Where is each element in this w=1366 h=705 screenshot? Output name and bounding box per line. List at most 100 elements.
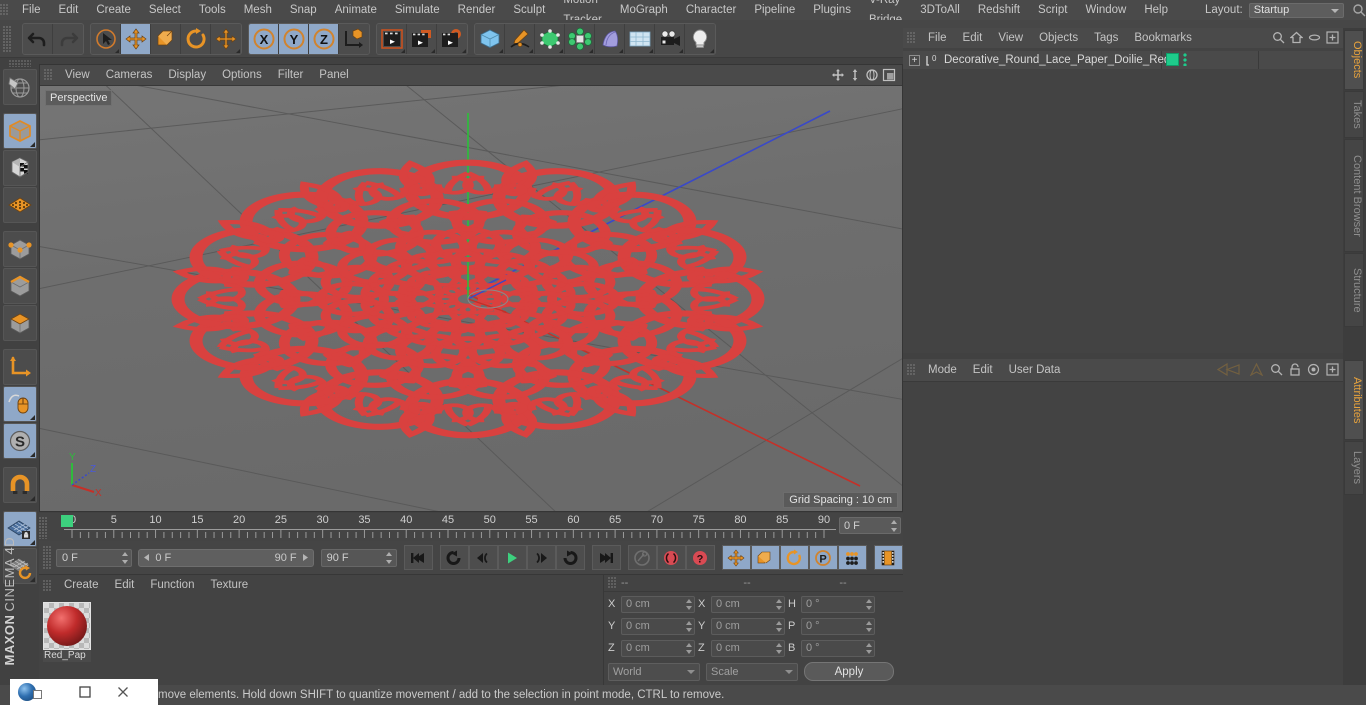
material-menu-grip[interactable]: [43, 579, 52, 592]
timeline-grip[interactable]: [39, 517, 48, 539]
menu-item-help[interactable]: Help: [1135, 0, 1177, 20]
material-preview-sphere[interactable]: [43, 602, 91, 650]
menu-item-mesh[interactable]: Mesh: [235, 0, 281, 20]
stepper-icon[interactable]: [686, 598, 692, 610]
menu-item-view[interactable]: View: [990, 28, 1031, 48]
stepper-icon[interactable]: [776, 620, 782, 632]
target-icon[interactable]: [1307, 363, 1320, 376]
position-key-button[interactable]: [721, 545, 751, 570]
edges-mode-tool[interactable]: [2, 268, 37, 304]
timeline-filmstrip-button[interactable]: [873, 545, 903, 570]
layout-select[interactable]: Startup: [1248, 2, 1344, 18]
menu-item-plugins[interactable]: Plugins: [804, 0, 860, 20]
toolbar-grip[interactable]: [3, 25, 12, 52]
menu-grip[interactable]: [0, 4, 9, 16]
material-tag-icon[interactable]: [1166, 53, 1179, 66]
rotation-field-b[interactable]: 0 °: [801, 639, 875, 657]
stepper-icon[interactable]: [776, 598, 782, 610]
object-row[interactable]: + 0 Decorative_Round_Lace_Paper_Doilie_Re…: [903, 51, 1343, 69]
add-cube-primitive-button[interactable]: [475, 23, 505, 54]
menu-item-select[interactable]: Select: [140, 0, 190, 20]
menu-item-pipeline[interactable]: Pipeline: [745, 0, 804, 20]
stepper-icon[interactable]: [890, 520, 897, 532]
menu-item-display[interactable]: Display: [160, 65, 214, 86]
stepper-icon[interactable]: [686, 620, 692, 632]
magnet-tool[interactable]: [2, 467, 37, 503]
stepper-icon[interactable]: [866, 598, 872, 610]
tab-attributes[interactable]: Attributes: [1344, 360, 1364, 440]
menu-item-create[interactable]: Create: [56, 575, 107, 596]
left-toolbar-grip[interactable]: [8, 60, 31, 67]
render-region-tool[interactable]: [2, 69, 37, 105]
end-frame-input[interactable]: 90 F: [320, 548, 397, 567]
play-forward-button[interactable]: [497, 545, 527, 570]
viewport-menu-grip[interactable]: [44, 69, 53, 81]
transform-extra-tool[interactable]: [211, 23, 241, 54]
size-field-z[interactable]: 0 cm: [711, 639, 785, 657]
size-field-x[interactable]: 0 cm: [711, 595, 785, 613]
deformed-editing-tool[interactable]: [2, 187, 37, 223]
tag-dots-icon[interactable]: [1183, 53, 1187, 66]
minimize-window-button[interactable]: [66, 679, 104, 705]
scale-key-button[interactable]: [750, 545, 780, 570]
timeline-ruler[interactable]: 0 5 10 15 20 25 30 35 40 45 50 55 60 65 70 75 80 85 90: [56, 513, 842, 541]
timeline-current-frame-field[interactable]: 0 F: [839, 517, 901, 534]
play-backwards-button[interactable]: [439, 545, 469, 570]
range-left-arrow-icon[interactable]: [142, 553, 151, 562]
menu-item-mograph[interactable]: MoGraph: [611, 0, 677, 20]
menu-item-file[interactable]: File: [920, 28, 955, 48]
object-menu-grip[interactable]: [907, 32, 916, 44]
position-field-z[interactable]: 0 cm: [621, 639, 695, 657]
add-floor-environment-button[interactable]: [625, 23, 655, 54]
add-camera-button[interactable]: [655, 23, 685, 54]
previous-frame-button[interactable]: [468, 545, 498, 570]
new-layer-icon[interactable]: [1326, 31, 1339, 44]
stepper-icon[interactable]: [776, 642, 782, 654]
redo-button[interactable]: [53, 23, 83, 54]
move-tool[interactable]: [121, 23, 151, 54]
object-tree[interactable]: + 0 Decorative_Round_Lace_Paper_Doilie_Re…: [903, 48, 1343, 69]
viewport-canvas[interactable]: Perspective Y X Z Grid Spacing: 10 cm: [40, 86, 902, 511]
tab-structure[interactable]: Structure: [1344, 253, 1364, 327]
position-field-y[interactable]: 0 cm: [621, 617, 695, 635]
menu-item-simulate[interactable]: Simulate: [386, 0, 449, 20]
search-icon[interactable]: [1270, 363, 1283, 376]
render-view-button[interactable]: [377, 23, 407, 54]
menu-item-tools[interactable]: Tools: [190, 0, 235, 20]
menu-item-filter[interactable]: Filter: [270, 65, 312, 86]
menu-item-function[interactable]: Function: [142, 575, 202, 596]
menu-item-edit[interactable]: Edit: [50, 0, 88, 20]
texture-mode-tool[interactable]: [2, 150, 37, 186]
menu-item-redshift[interactable]: Redshift: [969, 0, 1029, 20]
autokeying-button[interactable]: [656, 545, 686, 570]
object-mode-tool[interactable]: [2, 113, 37, 149]
render-to-picture-viewer-button[interactable]: [407, 23, 437, 54]
viewport-pan-icon[interactable]: [831, 68, 845, 82]
rotation-field-h[interactable]: 0 °: [801, 595, 875, 613]
search-icon[interactable]: [1272, 31, 1285, 44]
menu-item-create[interactable]: Create: [87, 0, 140, 20]
coordinates-grip[interactable]: [608, 577, 617, 589]
timeline-playhead[interactable]: [61, 515, 73, 527]
menu-item-3dtoall[interactable]: 3DToAll: [911, 0, 969, 20]
go-to-end-button[interactable]: [591, 545, 621, 570]
lock-z-axis[interactable]: Z: [309, 23, 339, 54]
live-selection-tool[interactable]: [91, 23, 121, 54]
enable-snapping-tool[interactable]: [2, 386, 37, 422]
next-frame-button[interactable]: [526, 545, 556, 570]
keyframe-selection-button[interactable]: ?: [685, 545, 715, 570]
menu-item-window[interactable]: Window: [1076, 0, 1135, 20]
rotation-field-p[interactable]: 0 °: [801, 617, 875, 635]
menu-item-edit[interactable]: Edit: [955, 28, 991, 48]
menu-item-objects[interactable]: Objects: [1031, 28, 1086, 48]
menu-item-texture[interactable]: Texture: [202, 575, 256, 596]
ellipse-icon[interactable]: [1308, 31, 1321, 44]
menu-item-snap[interactable]: Snap: [281, 0, 326, 20]
menu-item-view[interactable]: View: [57, 65, 98, 86]
add-array-button[interactable]: [565, 23, 595, 54]
menu-item-cameras[interactable]: Cameras: [98, 65, 161, 86]
play-loop-button[interactable]: [555, 545, 585, 570]
render-settings-button[interactable]: [437, 23, 467, 54]
add-light-button[interactable]: [685, 23, 715, 54]
scale-snap-tool[interactable]: S: [2, 423, 37, 459]
